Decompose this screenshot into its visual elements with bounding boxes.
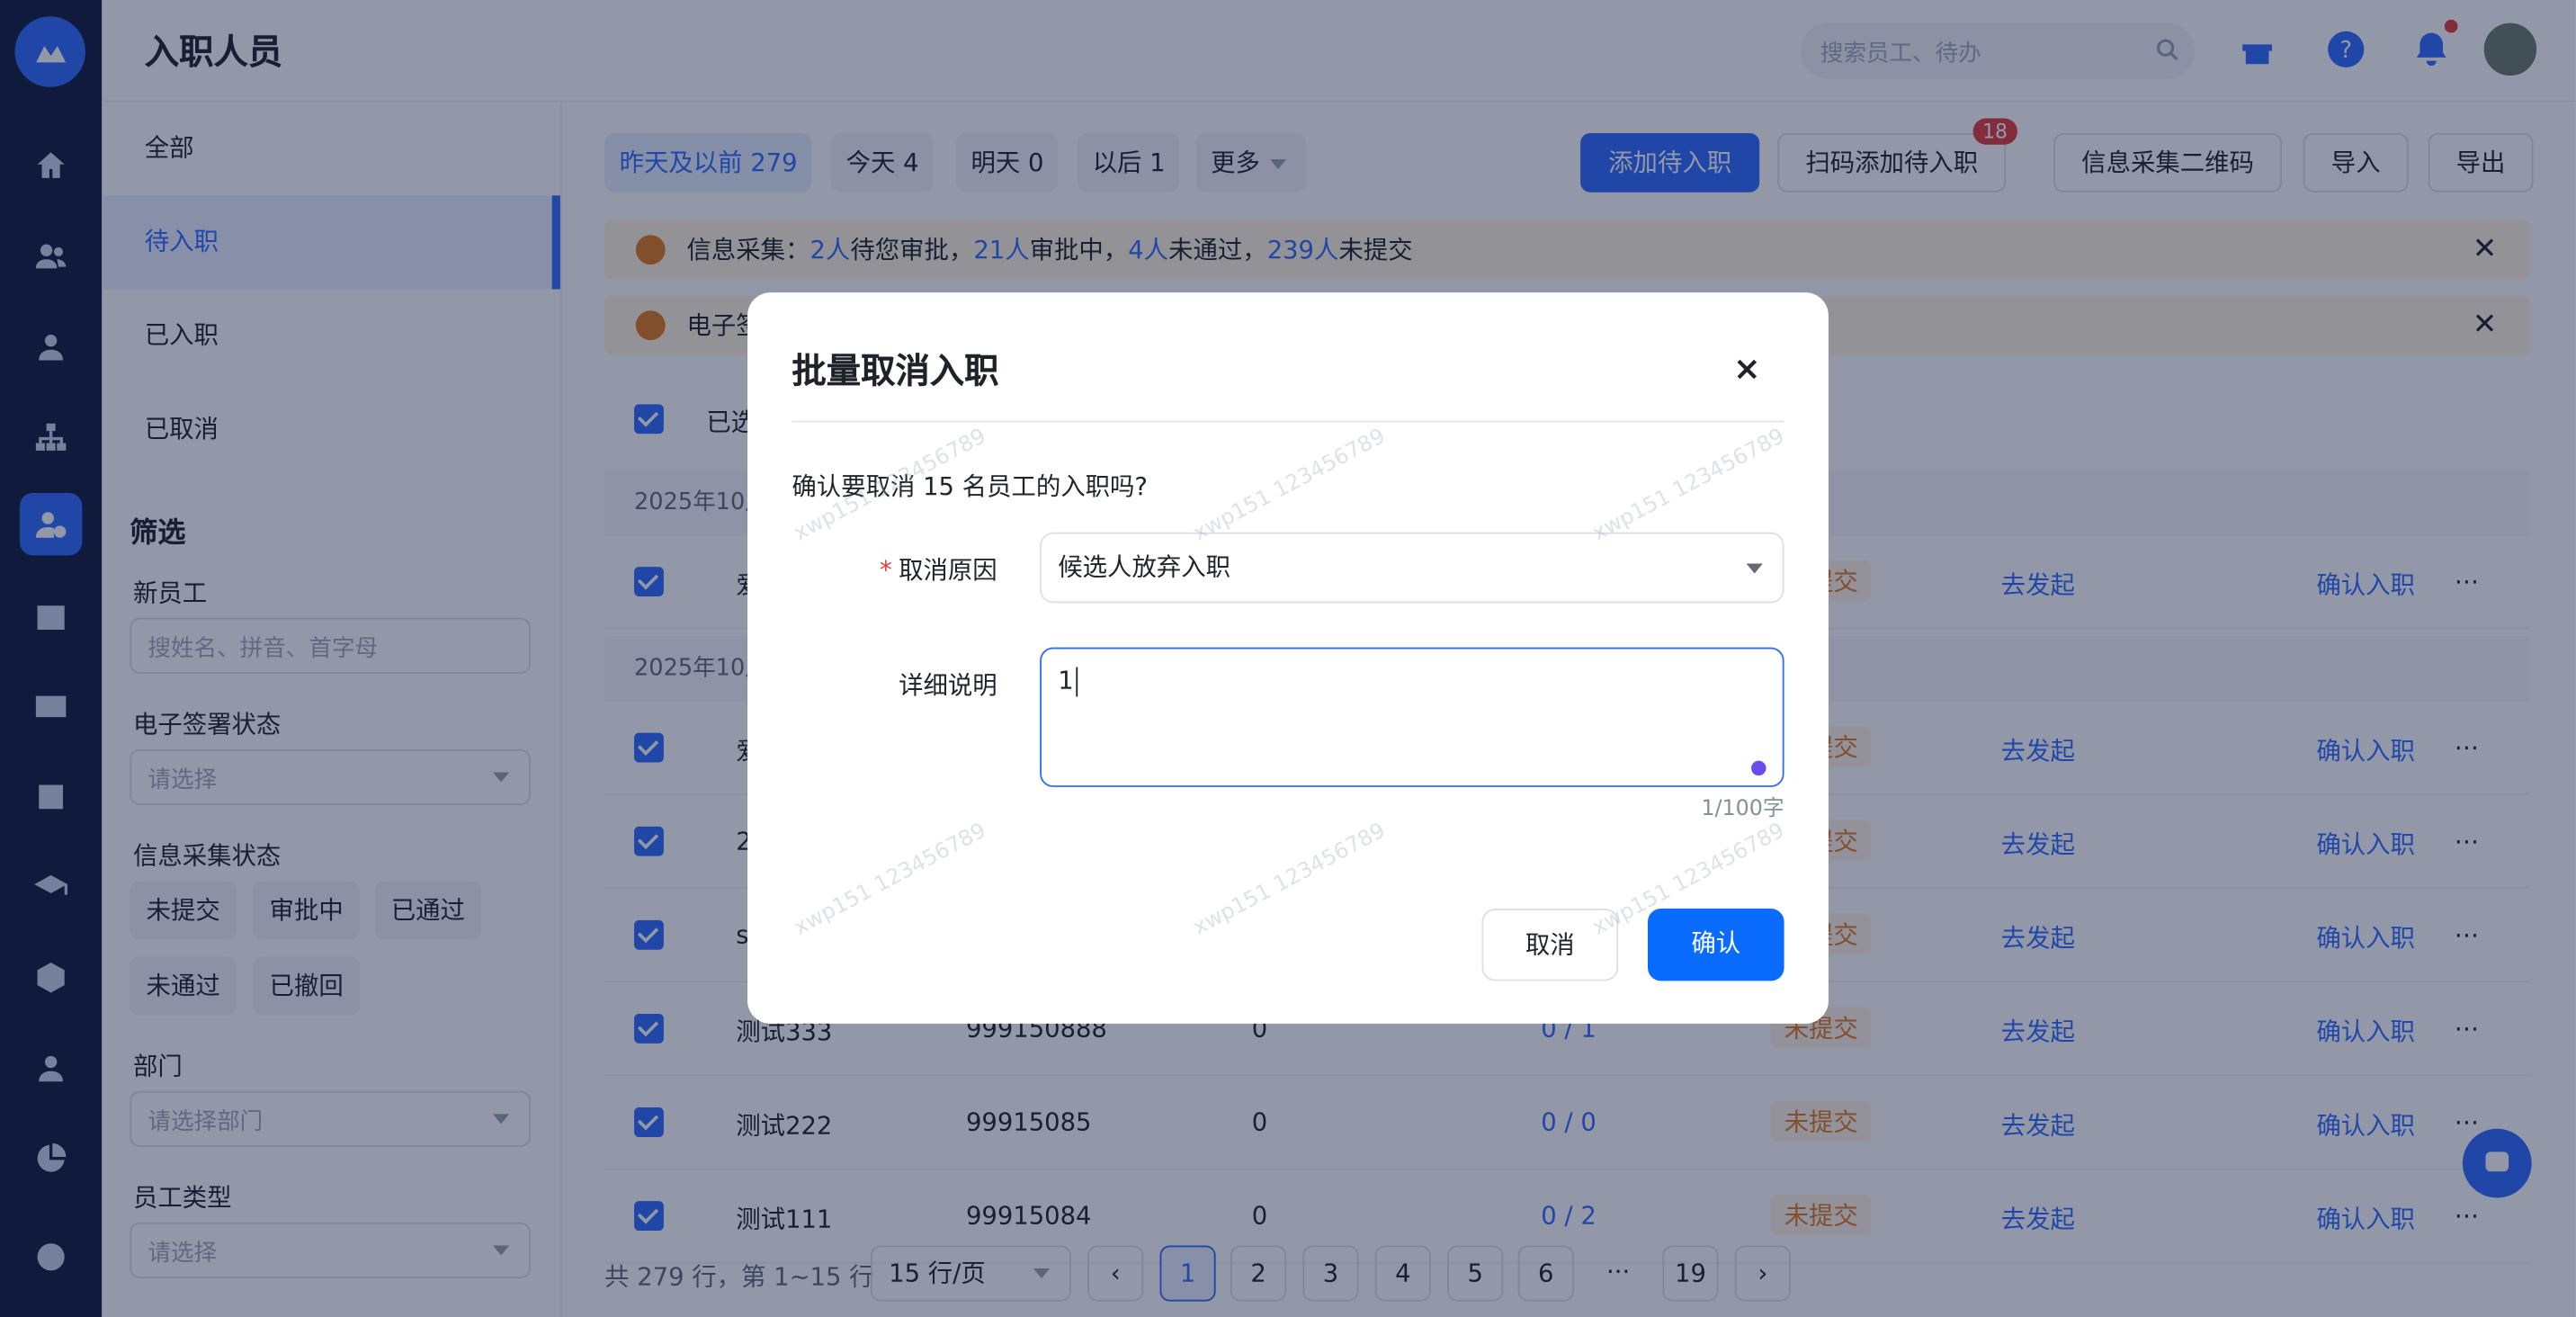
watermark: xwp151 123456789 — [1588, 424, 1789, 547]
char-counter: 1/100字 — [1701, 796, 1784, 822]
text-cursor — [1075, 666, 1078, 696]
divider — [792, 420, 1784, 423]
detail-textarea[interactable]: 1 — [1040, 647, 1784, 787]
cancel-onboarding-dialog: 批量取消入职 × 确认要取消 15 名员工的入职吗? * 取消原因 候选人放弃入职… — [747, 292, 1829, 1024]
resize-grip-icon[interactable] — [1751, 760, 1767, 776]
watermark: xwp151 123456789 — [1189, 424, 1391, 547]
detail-label: 详细说明 — [899, 670, 997, 701]
reason-label: * 取消原因 — [863, 552, 997, 587]
close-icon[interactable]: × — [1733, 348, 1761, 388]
detail-value: 1 — [1058, 665, 1074, 695]
required-mark: * — [880, 555, 892, 586]
confirm-button[interactable]: 确认 — [1647, 909, 1784, 981]
reason-select[interactable]: 候选人放弃入职 — [1040, 532, 1784, 604]
reason-value: 候选人放弃入职 — [1058, 551, 1231, 582]
dialog-title: 批量取消入职 — [792, 351, 999, 391]
chevron-down-icon — [1746, 563, 1763, 574]
watermark: xwp151 123456789 — [790, 819, 991, 941]
watermark: xwp151 123456789 — [1189, 819, 1391, 941]
reason-label-text: 取消原因 — [899, 555, 997, 586]
